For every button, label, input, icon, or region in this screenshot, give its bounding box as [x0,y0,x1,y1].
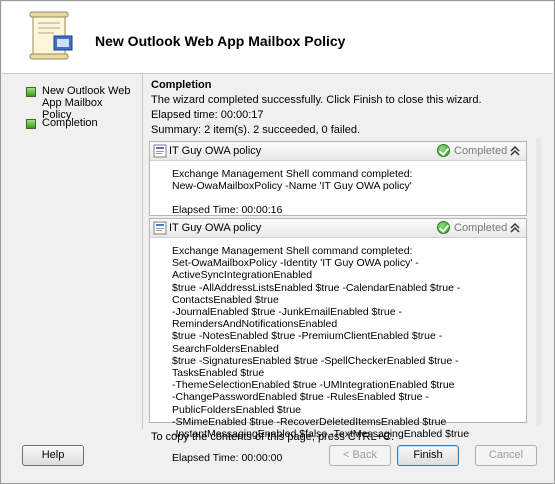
collapse-chevron-icon[interactable] [509,222,521,234]
step-complete-icon [26,119,36,129]
status-label: Completed [454,144,508,157]
wizard-window: New Outlook Web App Mailbox Policy New O… [0,0,555,484]
cancel-button[interactable]: Cancel [475,445,537,466]
completion-message: The wizard completed successfully. Click… [151,94,482,106]
result-panel-new-policy: IT Guy OWA policy Completed Exchange Man… [149,141,527,216]
command-output: Exchange Management Shell command comple… [172,168,413,193]
command-output: Exchange Management Shell command comple… [172,245,470,441]
summary-text: Summary: 2 item(s). 2 succeeded, 0 faile… [151,124,361,136]
task-item-icon [153,221,167,235]
status-label: Completed [454,221,508,234]
step-label: Completion [42,117,98,129]
back-button[interactable]: < Back [329,445,391,466]
step-complete-icon [26,87,36,97]
wizard-steps-pane: New Outlook Web App Mailbox Policy Compl… [2,74,143,429]
result-title: IT Guy OWA policy [169,145,262,157]
collapse-chevron-icon[interactable] [509,145,521,157]
check-circle-icon [437,221,450,234]
result-status: Completed [437,144,507,157]
result-panel-set-policy: IT Guy OWA policy Completed Exchange Man… [149,218,527,464]
step-new-owa-policy: New Outlook Web App Mailbox Policy [26,85,132,121]
result-title: IT Guy OWA policy [169,222,262,234]
copy-hint: To copy the contents of this page, press… [151,431,395,443]
check-circle-icon [437,144,450,157]
result-panel-header[interactable]: IT Guy OWA policy Completed [150,219,526,238]
result-panel-header[interactable]: IT Guy OWA policy Completed [150,142,526,161]
wizard-title: New Outlook Web App Mailbox Policy [95,33,346,49]
result-status: Completed [437,221,507,234]
finish-button[interactable]: Finish [397,445,459,466]
page-title: Completion [151,79,212,91]
task-item-icon [153,144,167,158]
wizard-header: New Outlook Web App Mailbox Policy [2,2,553,74]
content-scrollbar[interactable] [536,138,541,426]
step-completion: Completion [26,117,132,129]
result-elapsed: Elapsed Time: 00:00:16 [172,204,283,217]
elapsed-time: Elapsed time: 00:00:17 [151,109,264,121]
step-label: New Outlook Web App Mailbox Policy [42,85,131,121]
wizard-scroll-icon [29,11,73,60]
result-body: Exchange Management Shell command comple… [150,161,526,223]
help-button[interactable]: Help [22,445,84,466]
completion-summary: Completion The wizard completed successf… [151,79,536,139]
